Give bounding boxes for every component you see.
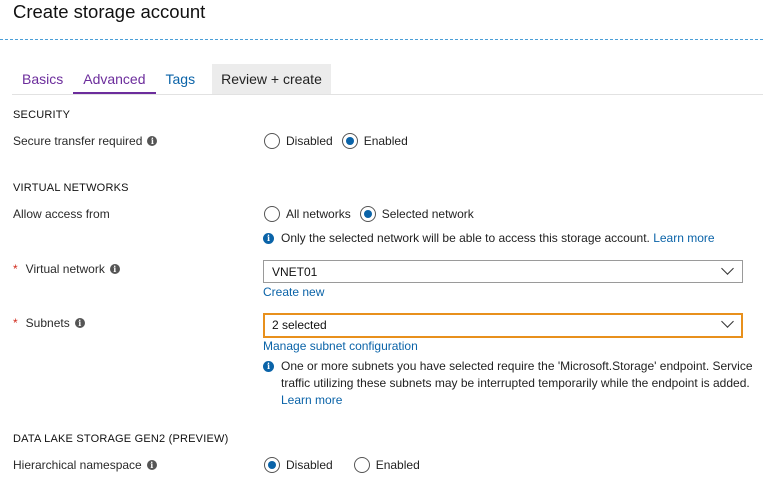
tab-tags[interactable]: Tags (156, 64, 206, 94)
info-icon[interactable]: i (147, 136, 158, 146)
radio-label: Disabled (286, 458, 333, 472)
radio-button[interactable] (264, 206, 280, 222)
radio-label: Enabled (363, 134, 408, 148)
subnets-value: 2 selected (272, 318, 327, 332)
info-icon[interactable]: i (146, 460, 157, 470)
info-icon[interactable]: i (74, 318, 85, 328)
note-text-wrapper: Only the selected network will be able t… (281, 230, 715, 247)
virtual-networks-heading: VIRTUAL NETWORKS (13, 182, 129, 194)
virtual-network-value: VNET01 (272, 265, 318, 279)
secure-transfer-enabled-option[interactable]: Enabled (341, 133, 408, 149)
allow-access-note-text: Only the selected network will be able t… (281, 231, 650, 245)
tab-basics[interactable]: Basics (12, 64, 73, 94)
learn-more-link[interactable]: Learn more (281, 393, 342, 407)
chevron-down-icon (721, 315, 734, 328)
allow-access-radio-group: All networks Selected network (264, 206, 483, 222)
radio-label: Selected network (381, 207, 474, 221)
secure-transfer-label-text: Secure transfer required (13, 134, 143, 148)
radio-label: Disabled (286, 134, 333, 148)
note-text-wrapper: One or more subnets you have selected re… (281, 358, 753, 409)
radio-button[interactable] (264, 133, 280, 149)
hierarchical-namespace-enabled-option[interactable]: Enabled (353, 457, 420, 473)
info-icon[interactable]: i (109, 264, 120, 274)
selected-network-option[interactable]: Selected network (359, 206, 474, 222)
hierarchical-namespace-label: Hierarchical namespace i (13, 458, 157, 472)
info-circle-icon: i (263, 361, 274, 372)
learn-more-link[interactable]: Learn more (653, 231, 714, 245)
info-circle-icon: i (263, 233, 274, 244)
page-title: Create storage account (13, 1, 206, 22)
radio-label: All networks (286, 207, 351, 221)
hierarchical-namespace-label-text: Hierarchical namespace (13, 458, 142, 472)
all-networks-option[interactable]: All networks (264, 206, 351, 222)
chevron-down-icon (721, 262, 734, 275)
subnets-note-text: One or more subnets you have selected re… (281, 359, 753, 390)
create-new-link[interactable]: Create new (263, 285, 324, 299)
header-divider (0, 39, 763, 40)
security-heading: SECURITY (13, 109, 71, 121)
radio-button[interactable] (353, 457, 370, 473)
subnets-label: * Subnets i (13, 316, 85, 330)
required-asterisk: * (13, 316, 18, 330)
hierarchical-namespace-radio-group: Disabled Enabled (264, 457, 429, 473)
virtual-network-select[interactable]: VNET01 (263, 260, 743, 283)
secure-transfer-disabled-option[interactable]: Disabled (264, 133, 333, 149)
secure-transfer-label: Secure transfer required i (13, 134, 158, 148)
subnets-note: i One or more subnets you have selected … (263, 358, 753, 409)
radio-label: Enabled (375, 458, 420, 472)
hierarchical-namespace-disabled-option[interactable]: Disabled (264, 457, 333, 473)
tab-advanced[interactable]: Advanced (73, 64, 156, 94)
virtual-network-label: * Virtual network i (13, 262, 120, 276)
radio-button-selected[interactable] (341, 133, 358, 149)
data-lake-heading: DATA LAKE STORAGE GEN2 (PREVIEW) (13, 433, 229, 445)
secure-transfer-radio-group: Disabled Enabled (264, 133, 417, 149)
manage-subnet-configuration-link[interactable]: Manage subnet configuration (263, 339, 418, 353)
subnets-label-text: Subnets (25, 316, 70, 330)
tab-bar: Basics Advanced Tags Review + create (12, 64, 331, 94)
subnets-select[interactable]: 2 selected (263, 313, 743, 338)
radio-button-selected[interactable] (359, 206, 376, 222)
allow-access-label: Allow access from (13, 207, 110, 221)
tab-divider (12, 94, 763, 95)
allow-access-note: i Only the selected network will be able… (263, 230, 715, 247)
required-asterisk: * (13, 262, 18, 276)
tab-review-create[interactable]: Review + create (212, 64, 331, 94)
virtual-network-label-text: Virtual network (25, 262, 105, 276)
radio-button-selected[interactable] (264, 457, 280, 473)
